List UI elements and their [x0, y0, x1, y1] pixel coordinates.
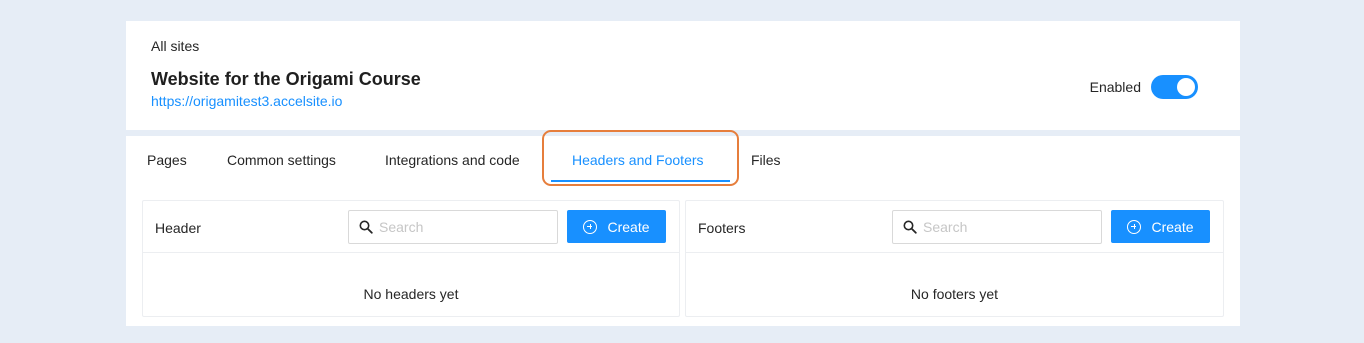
- header-search-input[interactable]: [379, 219, 549, 235]
- enabled-control: Enabled: [1090, 75, 1198, 99]
- tab-integrations-and-code[interactable]: Integrations and code: [385, 152, 520, 168]
- create-footer-label: Create: [1151, 218, 1194, 235]
- tab-files[interactable]: Files: [751, 152, 781, 168]
- header-panel: Header Create No headers yet: [142, 200, 680, 317]
- search-icon: [903, 220, 917, 234]
- header-panel-title: Header: [155, 220, 201, 236]
- tab-pages[interactable]: Pages: [147, 152, 187, 168]
- plus-circle-icon: [1127, 219, 1142, 234]
- footer-panel-toolbar: Footers Create: [686, 201, 1223, 253]
- tab-highlight-outline: [542, 130, 739, 186]
- create-header-button[interactable]: Create: [567, 210, 666, 243]
- footer-search-box[interactable]: [892, 210, 1102, 244]
- header-panel-toolbar: Header Create: [143, 201, 679, 253]
- header-empty-state: No headers yet: [363, 286, 459, 302]
- enabled-label: Enabled: [1089, 79, 1141, 95]
- footer-empty-state: No footers yet: [910, 286, 999, 302]
- footer-search-input[interactable]: [923, 219, 1093, 235]
- site-title: Website for the Origami Course: [151, 69, 421, 89]
- toggle-knob: [1177, 78, 1195, 96]
- header-search-box[interactable]: [348, 210, 558, 244]
- footer-panel: Footers Create No footers yet: [685, 200, 1224, 317]
- create-header-label: Create: [607, 218, 650, 235]
- site-header-card: All sites Website for the Origami Course…: [126, 21, 1240, 130]
- site-url-link[interactable]: https://origamitest3.accelsite.io: [151, 93, 342, 109]
- footer-panel-title: Footers: [698, 220, 746, 236]
- site-settings-card: Pages Common settings Integrations and c…: [126, 130, 1240, 326]
- plus-circle-icon: [583, 219, 598, 234]
- create-footer-button[interactable]: Create: [1111, 210, 1210, 243]
- enabled-toggle[interactable]: [1151, 75, 1198, 99]
- tab-bar: Pages Common settings Integrations and c…: [126, 130, 1240, 186]
- breadcrumb-all-sites[interactable]: All sites: [151, 38, 199, 54]
- search-icon: [359, 220, 373, 234]
- tab-common-settings[interactable]: Common settings: [227, 152, 336, 168]
